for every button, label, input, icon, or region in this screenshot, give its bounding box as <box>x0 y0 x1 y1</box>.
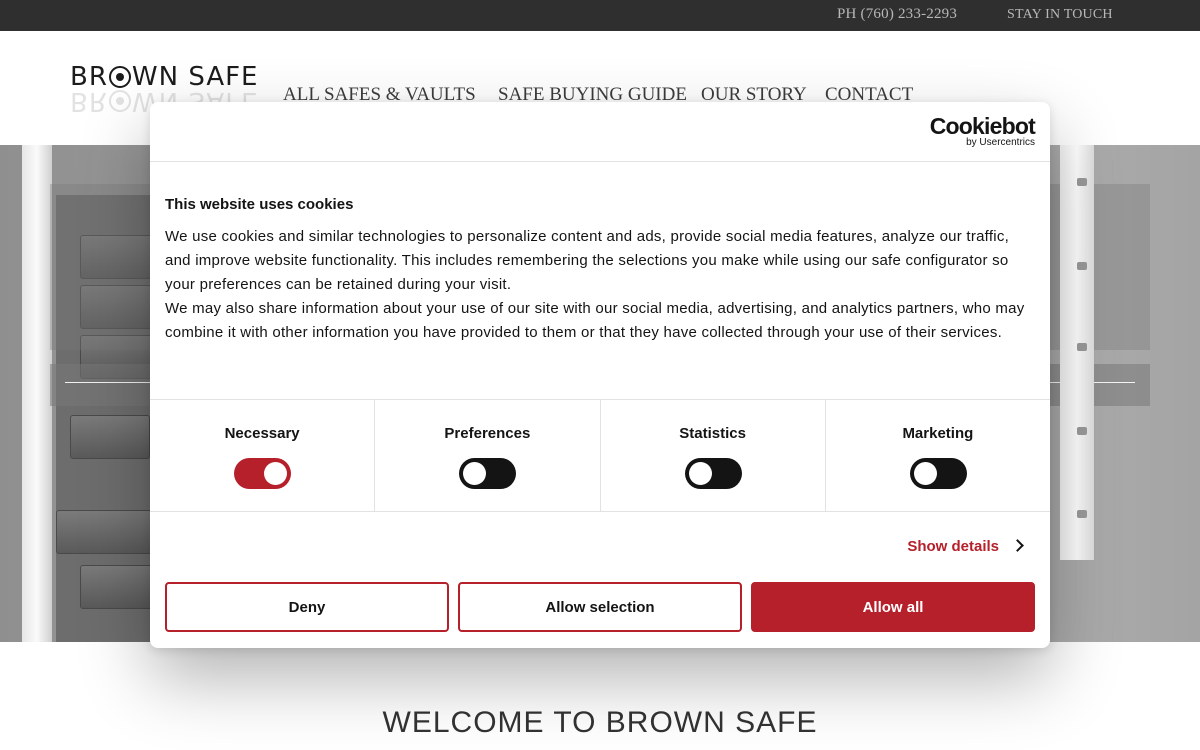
dialog-paragraph: We use cookies and similar technologies … <box>165 228 1009 293</box>
hinge <box>1077 178 1087 186</box>
category-necessary: Necessary <box>150 400 376 511</box>
drawer <box>56 510 156 554</box>
drawer <box>70 415 150 459</box>
category-label: Marketing <box>902 425 974 442</box>
preferences-toggle[interactable] <box>459 458 517 489</box>
toggle-knob <box>913 462 937 485</box>
marketing-toggle[interactable] <box>909 458 967 489</box>
welcome-heading: WELCOME TO BROWN SAFE <box>382 706 818 739</box>
category-marketing: Marketing <box>826 400 1050 511</box>
toggle-knob <box>688 462 712 485</box>
cookiebot-logo[interactable]: Cookiebot by Usercentrics <box>929 113 1036 149</box>
statistics-toggle[interactable] <box>684 458 742 489</box>
drawer <box>80 565 160 609</box>
show-details-label: Show details <box>907 538 999 555</box>
allow-selection-button[interactable]: Allow selection <box>458 582 742 632</box>
category-preferences: Preferences <box>375 400 601 511</box>
allow-all-button[interactable]: Allow all <box>751 582 1035 632</box>
hinge <box>1077 262 1087 270</box>
category-label: Preferences <box>444 425 531 442</box>
category-statistics: Statistics <box>601 400 826 511</box>
category-label: Necessary <box>224 425 300 442</box>
toggle-knob <box>463 462 487 485</box>
top-bar: PH (760) 233-2293 STAY IN TOUCH <box>0 0 1200 31</box>
dialog-header: Cookiebot by Usercentrics <box>150 102 1050 162</box>
toggle-knob <box>264 462 288 485</box>
dialog-body: We use cookies and similar technologies … <box>165 225 1035 345</box>
dialog-paragraph: We may also share information about your… <box>165 300 1025 341</box>
consent-categories: Necessary Preferences Statistics Marketi… <box>150 399 1050 512</box>
cookiebot-wordmark: Cookiebot <box>929 113 1036 139</box>
safe-door-frame-right <box>1060 145 1094 560</box>
hinge <box>1077 427 1087 435</box>
cookie-consent-dialog: Cookiebot by Usercentrics This website u… <box>150 102 1050 648</box>
category-label: Statistics <box>679 425 746 442</box>
stay-in-touch-link[interactable]: STAY IN TOUCH <box>1007 7 1113 23</box>
deny-button[interactable]: Deny <box>165 582 449 632</box>
phone-number[interactable]: PH (760) 233-2293 <box>837 6 957 23</box>
necessary-toggle[interactable] <box>234 458 292 489</box>
hinge <box>1077 510 1087 518</box>
safe-door-frame-left <box>22 145 52 642</box>
chevron-right-icon <box>1011 539 1024 552</box>
dialog-title: This website uses cookies <box>165 196 354 213</box>
eye-icon <box>108 66 131 88</box>
hinge <box>1077 343 1087 351</box>
show-details-link[interactable]: Show details <box>907 538 1024 555</box>
